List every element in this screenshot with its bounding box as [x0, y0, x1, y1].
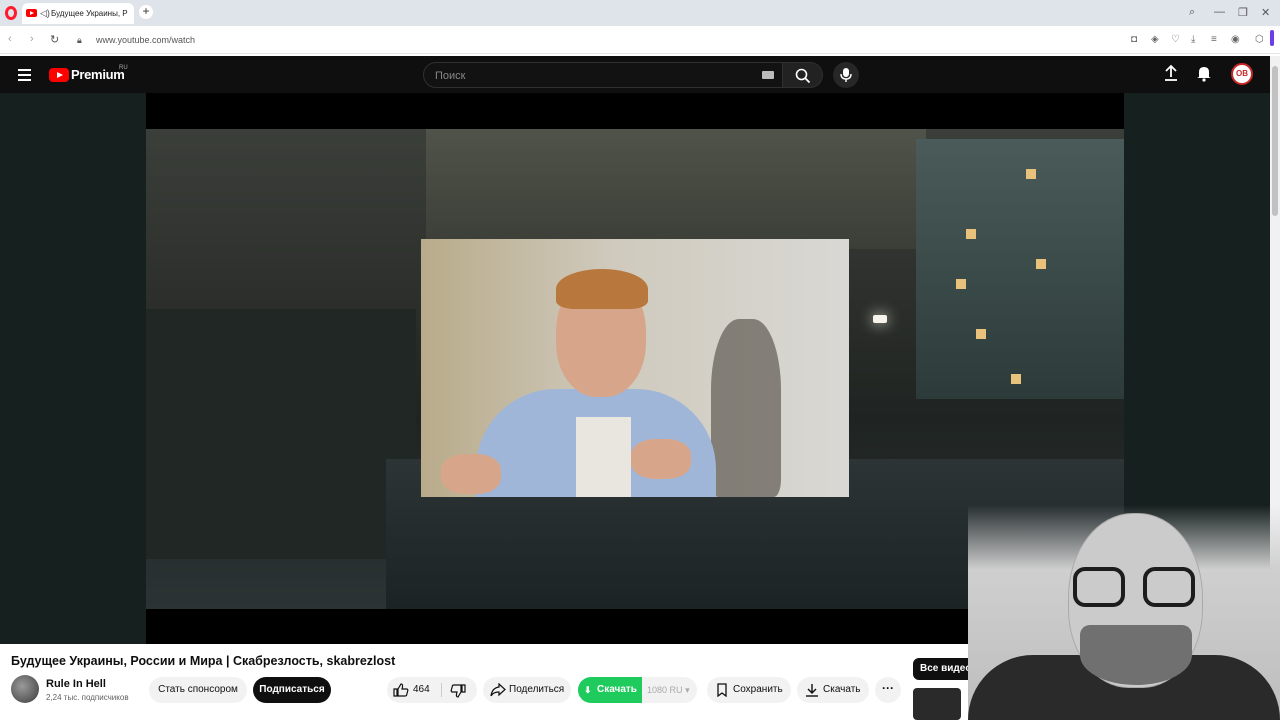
speaker-icon[interactable]: ◁): [40, 8, 50, 19]
quality-value: 1080: [647, 685, 668, 695]
browser-tab-bar: ◁) Будущее Украины, Р + ⌕ — ❐ ✕: [0, 0, 1280, 26]
back-icon[interactable]: ‹: [8, 33, 12, 45]
browser-tab[interactable]: ◁) Будущее Украины, Р: [22, 3, 134, 24]
voice-search-button[interactable]: [833, 62, 859, 88]
restore-icon[interactable]: ❐: [1238, 6, 1248, 19]
avatar[interactable]: OB: [1231, 63, 1253, 85]
lock-icon: 🔒︎: [77, 35, 82, 45]
heart-icon[interactable]: ♡: [1171, 34, 1180, 45]
download2-label: Скачать: [823, 684, 861, 695]
region-code: RU: [119, 65, 128, 71]
quality-region: RU: [669, 685, 683, 695]
tab-title: Будущее Украины, Р: [51, 9, 128, 18]
download-arrow-icon: [806, 684, 818, 697]
search-placeholder: Поиск: [435, 70, 466, 82]
like-icon[interactable]: [393, 683, 409, 697]
address-bar: ‹ › ↻ 🔒︎ www.youtube.com/watch ◘ ◈ ♡ ⤓ ≡…: [0, 26, 1280, 54]
share-icon: [490, 683, 506, 697]
shield-icon[interactable]: ◈: [1151, 34, 1159, 45]
webcam-beard: [1080, 625, 1192, 685]
opera-logo-icon[interactable]: [5, 6, 17, 20]
scrollbar-thumb[interactable]: [1272, 66, 1278, 216]
webcam-overlay: [968, 505, 1280, 720]
sponsor-button[interactable]: Стать спонсором: [149, 677, 247, 703]
search-input[interactable]: Поиск: [423, 62, 783, 88]
subscribe-button[interactable]: Подписаться: [253, 677, 331, 703]
more-icon[interactable]: ···: [875, 677, 901, 703]
youtube-favicon-icon: [26, 9, 37, 17]
subscriber-count: 2,24 тыс. подписчиков: [46, 693, 129, 702]
download-premium-button[interactable]: ⬇︎ Скачать: [578, 677, 642, 703]
profile-icon[interactable]: ◉: [1231, 34, 1240, 45]
channel-avatar[interactable]: [11, 675, 39, 703]
reload-icon[interactable]: ↻: [50, 33, 59, 46]
wall-shadow: [711, 319, 781, 497]
download-button[interactable]: Скачать: [797, 677, 869, 703]
video-title: Будущее Украины, России и Мира | Скабрез…: [11, 654, 396, 668]
like-dislike-group: 464: [387, 677, 477, 703]
speaker-hair: [556, 269, 648, 309]
street-lamp: [873, 315, 887, 323]
bell-icon[interactable]: [1196, 64, 1212, 82]
download-label: Скачать: [597, 684, 637, 695]
scene-sky: [426, 129, 926, 249]
webcam-glasses-right: [1143, 567, 1195, 607]
speaker-hand-left: [441, 454, 501, 494]
scene-wall: [146, 309, 416, 559]
youtube-logo-icon[interactable]: [49, 68, 69, 82]
sidebar-indicator: [1270, 30, 1274, 46]
channel-name[interactable]: Rule In Hell: [46, 678, 106, 690]
dislike-icon[interactable]: [450, 684, 466, 698]
new-tab-button[interactable]: +: [139, 5, 153, 19]
like-separator: [441, 683, 442, 697]
keyboard-icon[interactable]: [762, 71, 774, 79]
recommended-thumbnail[interactable]: [913, 688, 961, 720]
search-icon: [795, 68, 811, 84]
share-button[interactable]: Поделиться: [483, 677, 571, 703]
like-count[interactable]: 464: [413, 677, 430, 703]
tab-search-icon[interactable]: ⌕: [1189, 6, 1195, 19]
search-button[interactable]: [783, 62, 823, 88]
downloads-icon[interactable]: ⤓: [1191, 34, 1195, 45]
save-icon: [717, 683, 727, 697]
speaker-hand-right: [631, 439, 691, 479]
minimize-icon[interactable]: —: [1214, 6, 1225, 18]
logo-text[interactable]: Premium: [71, 67, 125, 82]
scene-building: [916, 139, 1124, 399]
speaker-shirt: [576, 417, 631, 497]
upload-icon[interactable]: [1163, 64, 1179, 82]
youtube-header: Premium RU Поиск OB: [0, 56, 1270, 93]
forward-icon[interactable]: ›: [30, 33, 34, 45]
download-icon: ⬇︎: [584, 685, 592, 695]
camera-icon[interactable]: ◘: [1131, 34, 1137, 45]
save-button[interactable]: Сохранить: [707, 677, 791, 703]
extensions-icon[interactable]: ⬡: [1255, 34, 1264, 45]
menu-icon[interactable]: [18, 69, 31, 84]
video-inset-speaker: [421, 239, 849, 497]
save-label: Сохранить: [733, 684, 783, 695]
mic-icon: [840, 68, 852, 82]
webcam-glasses-left: [1073, 567, 1125, 607]
close-window-icon[interactable]: ✕: [1261, 6, 1270, 19]
share-label: Поделиться: [509, 684, 565, 695]
quality-select[interactable]: 1080 RU ▾: [642, 677, 697, 703]
chevron-down-icon: ▾: [685, 685, 690, 695]
url-field[interactable]: www.youtube.com/watch: [96, 35, 195, 45]
menu-list-icon[interactable]: ≡: [1211, 34, 1217, 45]
